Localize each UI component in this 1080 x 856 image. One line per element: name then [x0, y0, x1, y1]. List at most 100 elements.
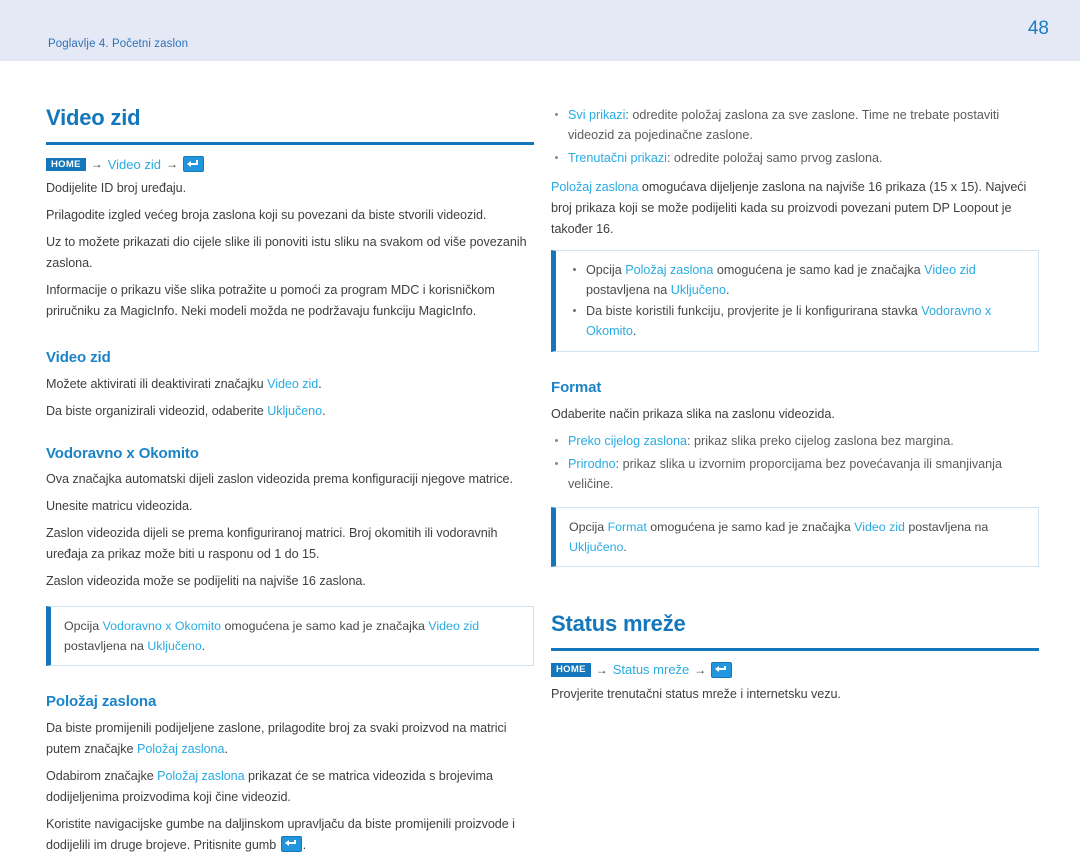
list-item: Da biste koristili funkciju, provjerite …	[569, 301, 1024, 341]
bullet-list-format: Preko cijelog zaslona: prikaz slika prek…	[551, 431, 1039, 494]
link-trenutacni-prikazi[interactable]: Trenutačni prikazi	[568, 151, 667, 165]
home-badge[interactable]: HOME	[46, 157, 86, 172]
enter-key-icon	[711, 661, 733, 678]
section-title-status-mreze: Status mreže	[551, 610, 686, 636]
text: .	[726, 283, 730, 297]
text: .	[623, 539, 627, 554]
link-prirodno[interactable]: Prirodno	[568, 457, 616, 471]
breadcrumb-arrow-icon: →	[595, 662, 608, 677]
text: omogućena je samo kad je značajka	[713, 263, 925, 277]
text: .	[224, 741, 228, 756]
link-video-zid[interactable]: Video zid	[267, 377, 318, 391]
text: .	[318, 376, 322, 391]
text: postavljena na	[586, 283, 671, 297]
text: omogućena je samo kad je značajka	[221, 619, 429, 634]
breadcrumb-link[interactable]: Status mreže	[613, 663, 690, 676]
text: Opcija	[569, 519, 608, 534]
breadcrumb-arrow-icon-2: →	[694, 662, 707, 677]
vodoravno-p4: Zaslon videozida može se podijeliti na n…	[46, 574, 366, 589]
link-ukljuceno[interactable]: Uključeno	[569, 540, 623, 554]
link-ukljuceno[interactable]: Uključeno	[147, 639, 201, 653]
chapter-label: Poglavlje 4. Početni zaslon	[48, 38, 189, 50]
link-video-zid[interactable]: Video zid	[924, 263, 976, 277]
breadcrumb-video-zid: HOME → Video zid →	[46, 156, 534, 173]
right-column: Svi prikazi: odredite položaj zaslona za…	[551, 61, 1039, 705]
link-polozaj-zaslona[interactable]: Položaj zaslona	[625, 263, 713, 277]
vodoravno-p2: Unesite matricu videozida.	[46, 499, 193, 514]
link-format[interactable]: Format	[608, 520, 647, 534]
list-item: Opcija Položaj zaslona omogućena je samo…	[569, 260, 1024, 300]
enter-key-icon	[182, 156, 204, 173]
page-header: Poglavlje 4. Početni zaslon 48	[0, 0, 1080, 61]
intro-line-1: Dodijelite ID broj uređaju.	[46, 181, 187, 196]
text: .	[201, 639, 206, 654]
note-format: Opcija Format omogućena je samo kad je z…	[551, 506, 1039, 567]
link-video-zid[interactable]: Video zid	[428, 619, 479, 633]
format-intro: Odaberite način prikaza slika na zaslonu…	[551, 406, 835, 421]
text: Možete aktivirati ili deaktivirati znača…	[46, 376, 268, 391]
page-number: 48	[1027, 18, 1049, 39]
home-badge[interactable]: HOME	[551, 663, 591, 677]
text: postavljena na	[904, 519, 989, 534]
status-title-rule	[551, 647, 1039, 651]
bullet-list-prikazi: Svi prikazi: odredite položaj zaslona za…	[551, 105, 1039, 168]
text: .	[322, 403, 326, 418]
text: Opcija	[586, 263, 626, 277]
text: : odredite položaj zaslona za sve zaslon…	[568, 108, 1000, 142]
polozaj-p3: Koristite navigacijske gumbe na daljinsk…	[46, 814, 534, 856]
polozaj-p2: Odabirom značajke Položaj zaslona prikaz…	[46, 766, 534, 808]
video-zid-line-2: Da biste organizirali videozid, odaberit…	[46, 401, 534, 422]
link-video-zid[interactable]: Video zid	[854, 520, 905, 534]
link-polozaj-zaslona[interactable]: Položaj zaslona	[137, 742, 225, 756]
text: Da biste organizirali videozid, odaberit…	[46, 403, 268, 418]
text: : prikaz slika preko cijelog zaslona bez…	[687, 433, 954, 448]
link-ukljuceno[interactable]: Uključeno	[267, 404, 322, 418]
left-column: Video zid HOME → Video zid → Dodijelite …	[46, 61, 534, 856]
video-zid-line-1: Možete aktivirati ili deaktivirati znača…	[46, 374, 534, 395]
link-polozaj-zaslona[interactable]: Položaj zaslona	[551, 180, 639, 194]
text: .	[302, 837, 307, 852]
text: Odabirom značajke	[46, 768, 158, 783]
breadcrumb-link[interactable]: Video zid	[108, 158, 161, 171]
text: Da biste koristili funkciju, provjerite …	[586, 304, 922, 318]
note-text: Opcija Format omogućena je samo kad je z…	[569, 517, 1024, 557]
text: postavljena na	[64, 639, 148, 654]
link-vodoravno-x-okomito[interactable]: Vodoravno x Okomito	[103, 619, 221, 633]
note-polozaj-zaslona: Opcija Položaj zaslona omogućena je samo…	[551, 250, 1039, 352]
text: omogućena je samo kad je značajka	[646, 519, 855, 534]
enter-key-icon	[280, 835, 302, 852]
polozaj-p1: Da biste promijenili podijeljene zaslone…	[46, 718, 534, 760]
intro-line-4: Informacije o prikazu više slika potraži…	[46, 283, 495, 319]
intro-line-3: Uz to možete prikazati dio cijele slike …	[46, 235, 527, 271]
link-ukljuceno[interactable]: Uključeno	[671, 283, 726, 297]
vodoravno-p1: Ova značajka automatski dijeli zaslon vi…	[46, 472, 513, 487]
list-item: Prirodno: prikaz slika u izvornim propor…	[551, 454, 1039, 494]
link-svi-prikazi[interactable]: Svi prikazi	[568, 108, 625, 122]
text: : prikaz slika u izvornim proporcijama b…	[568, 456, 1002, 491]
heading-vodoravno-x-okomito: Vodoravno x Okomito	[46, 444, 199, 462]
vodoravno-p3: Zaslon videozida dijeli se prema konfigu…	[46, 526, 498, 562]
heading-format: Format	[551, 379, 602, 396]
list-item: Trenutačni prikazi: odredite položaj sam…	[551, 148, 1039, 168]
polozaj-zaslona-paragraph: Položaj zaslona omogućava dijeljenje zas…	[551, 177, 1039, 240]
link-preko-cijelog-zaslona[interactable]: Preko cijelog zaslona	[568, 434, 687, 448]
heading-video-zid: Video zid	[46, 349, 111, 367]
text: Da biste promijenili podijeljene zaslone…	[46, 720, 507, 756]
breadcrumb-arrow-icon: →	[90, 157, 103, 172]
note-text: Opcija Vodoravno x Okomito omogućena je …	[64, 616, 519, 656]
note-bullet-list: Opcija Položaj zaslona omogućena je samo…	[569, 260, 1024, 341]
status-mreze-paragraph: Provjerite trenutačni status mreže i int…	[551, 686, 841, 701]
list-item: Svi prikazi: odredite položaj zaslona za…	[551, 105, 1039, 145]
link-polozaj-zaslona[interactable]: Položaj zaslona	[157, 769, 245, 783]
text: Opcija	[64, 619, 103, 634]
note-vodoravno: Opcija Vodoravno x Okomito omogućena je …	[46, 606, 534, 667]
list-item: Preko cijelog zaslona: prikaz slika prek…	[551, 431, 1039, 451]
breadcrumb-arrow-icon-2: →	[165, 157, 178, 172]
